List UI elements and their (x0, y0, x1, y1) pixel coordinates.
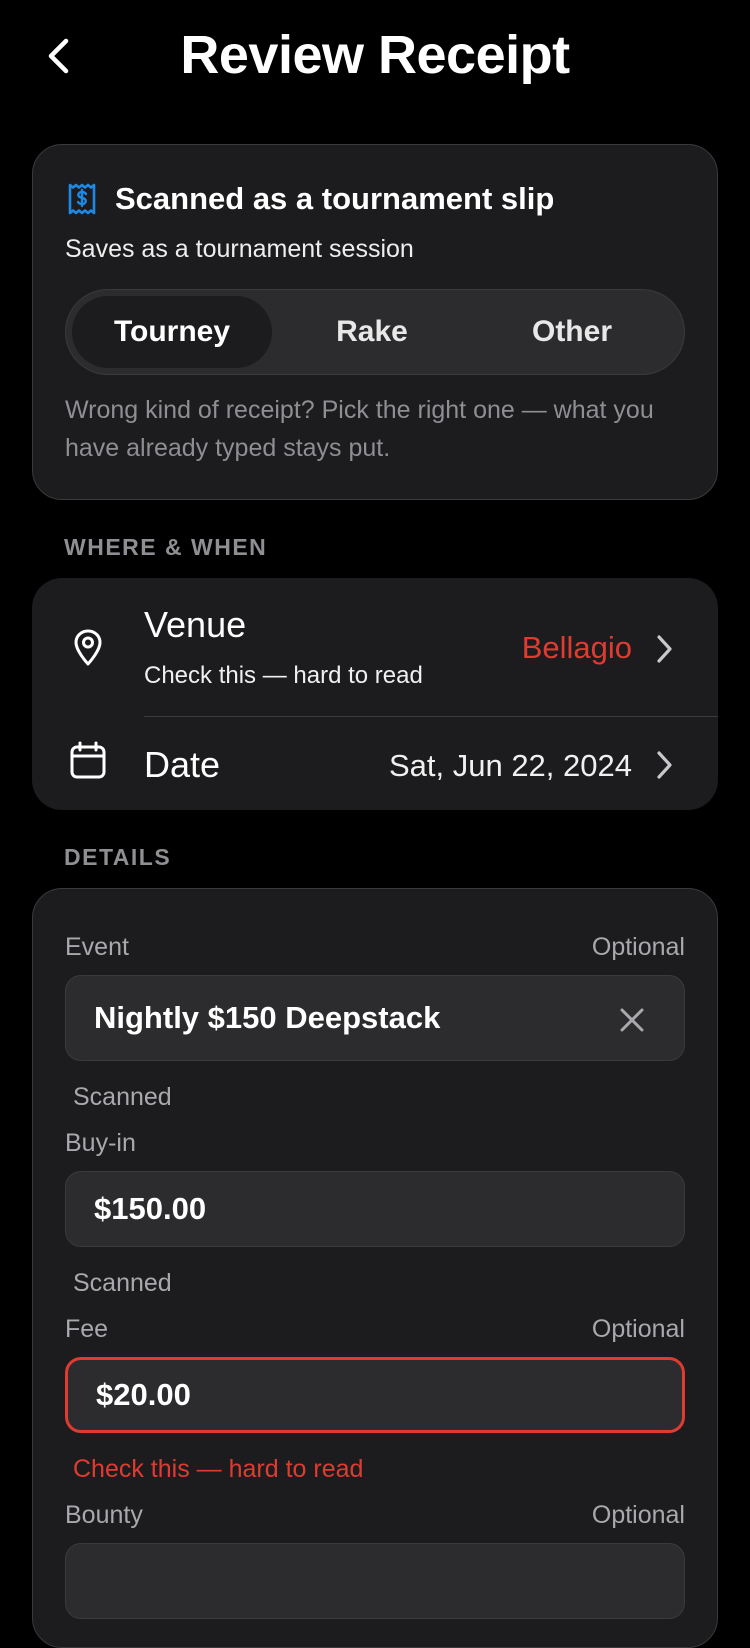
calendar-icon (70, 741, 106, 779)
scan-title: Scanned as a tournament slip (115, 181, 555, 216)
buyin-value: $150.00 (94, 1191, 207, 1226)
receipt-dollar-icon (68, 183, 96, 215)
bounty-label: Bounty (65, 1501, 143, 1529)
clear-icon[interactable] (618, 1006, 646, 1034)
fee-field[interactable]: $20.00 (65, 1357, 685, 1433)
where-when-card: Venue Check this — hard to read Bellagio… (32, 578, 718, 810)
scan-subtitle: Saves as a tournament session (65, 235, 414, 263)
details-card: Event Optional Nightly $150 Deepstack Sc… (32, 888, 718, 1648)
bounty-field[interactable] (65, 1543, 685, 1619)
buyin-field[interactable]: $150.00 (65, 1171, 685, 1247)
event-label: Event (65, 933, 129, 961)
fee-error-hint: Check this — hard to read (73, 1455, 364, 1483)
venue-label: Venue (144, 604, 247, 645)
date-value: Sat, Jun 22, 2024 (388, 748, 632, 783)
venue-value: Bellagio (521, 630, 632, 665)
receipt-type-segmented-control: Tourney Rake Other (65, 289, 685, 375)
buyin-label: Buy-in (65, 1129, 136, 1157)
segment-other[interactable]: Other (472, 296, 672, 368)
nav-bar: Review Receipt (0, 0, 750, 112)
row-divider (144, 716, 718, 717)
segment-tourney[interactable]: Tourney (72, 296, 272, 368)
chevron-right-icon (657, 635, 672, 663)
fee-optional: Optional (591, 1315, 685, 1343)
scan-note: Wrong kind of receipt? Pick the right on… (65, 396, 654, 462)
chevron-right-icon (657, 751, 672, 779)
event-optional: Optional (591, 933, 685, 961)
event-field[interactable]: Nightly $150 Deepstack (65, 975, 685, 1061)
page-title: Review Receipt (180, 25, 570, 85)
buyin-hint: Scanned (73, 1269, 172, 1297)
fee-value: $20.00 (96, 1377, 191, 1412)
event-value: Nightly $150 Deepstack (94, 1000, 441, 1035)
venue-warning: Check this — hard to read (144, 662, 423, 689)
segment-rake[interactable]: Rake (272, 296, 472, 368)
event-hint: Scanned (73, 1083, 172, 1111)
section-label-details: DETAILS (64, 844, 172, 870)
fee-label: Fee (65, 1315, 109, 1343)
bounty-optional: Optional (591, 1501, 685, 1529)
location-pin-icon (74, 629, 102, 666)
section-label-where-when: WHERE & WHEN (64, 534, 268, 560)
receipt-type-card: Scanned as a tournament slip Saves as a … (32, 144, 718, 500)
date-label: Date (144, 744, 221, 785)
